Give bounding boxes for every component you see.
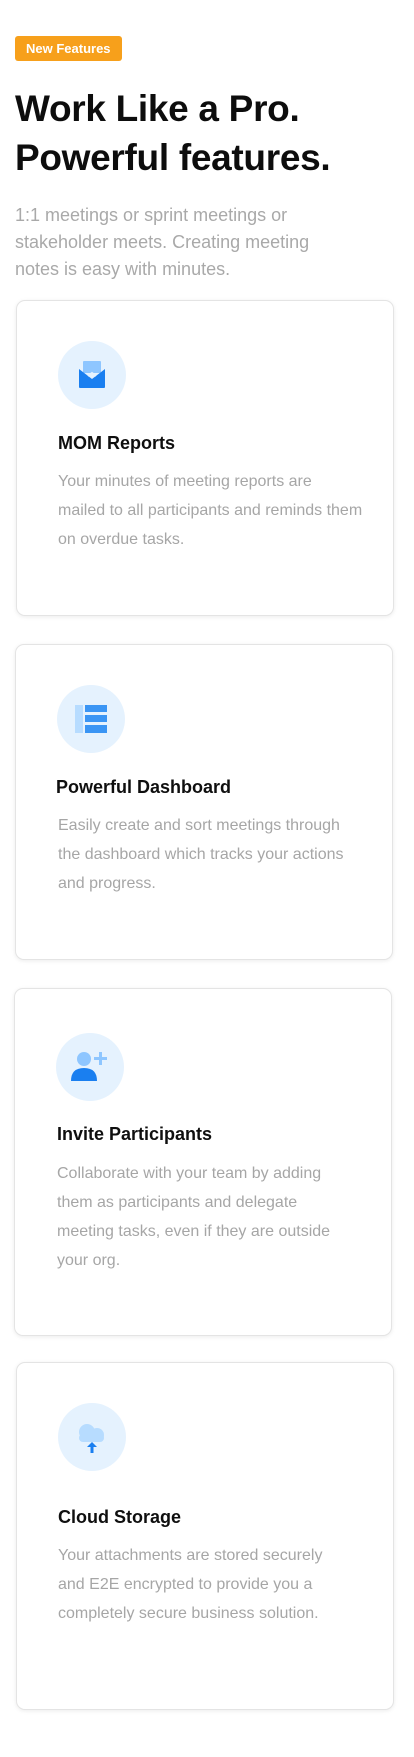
- feature-description: Easily create and sort meetings through …: [58, 817, 344, 892]
- feature-description: Your minutes of meeting reports are mail…: [58, 473, 363, 548]
- feature-description: Your attachments are stored securely and…: [58, 1547, 323, 1622]
- cloud-upload-icon: [58, 1403, 126, 1471]
- mail-icon: [58, 341, 126, 409]
- page-title: Work Like a Pro. Powerful features.: [15, 84, 405, 182]
- feature-description: Collaborate with your team by adding the…: [57, 1165, 331, 1269]
- feature-card-cloud-storage: Cloud Storage Your attachments are store…: [16, 1362, 394, 1710]
- dashboard-icon: [57, 685, 125, 753]
- page-title-line-1: Work Like a Pro.: [15, 88, 300, 129]
- feature-title: MOM Reports: [58, 433, 175, 453]
- feature-card-invite-participants: Invite Participants Collaborate with you…: [14, 988, 392, 1336]
- new-features-badge: New Features: [15, 36, 122, 61]
- page-title-line-2: Powerful features.: [15, 137, 331, 178]
- feature-title: Cloud Storage: [58, 1507, 182, 1527]
- feature-card-powerful-dashboard: Powerful Dashboard Easily create and sor…: [15, 644, 393, 960]
- feature-title: Invite Participants: [57, 1124, 213, 1144]
- add-user-icon: [56, 1033, 124, 1101]
- feature-title: Powerful Dashboard: [56, 777, 232, 797]
- page-subtitle: 1:1 meetings or sprint meetings or stake…: [15, 205, 310, 279]
- feature-card-mom-reports: MOM Reports Your minutes of meeting repo…: [16, 300, 394, 616]
